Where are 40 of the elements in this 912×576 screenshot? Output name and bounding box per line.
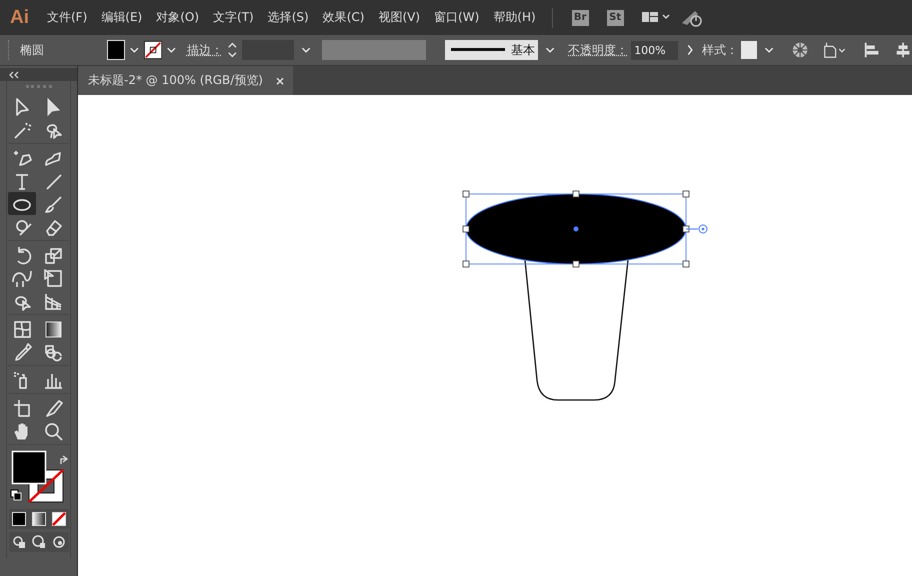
- recolor-wheel-icon[interactable]: [791, 40, 810, 60]
- none-mode-icon[interactable]: [50, 511, 66, 527]
- variable-width-field[interactable]: [322, 40, 426, 60]
- bridge-button[interactable]: St: [606, 10, 624, 26]
- menu-item[interactable]: 帮助(H): [493, 9, 536, 26]
- align-center-icon[interactable]: [894, 40, 912, 60]
- menu-item[interactable]: 窗口(W): [434, 9, 480, 26]
- align-left-icon[interactable]: [862, 40, 881, 60]
- close-tab-button[interactable]: ×: [275, 74, 286, 88]
- draw-behind-icon[interactable]: [30, 534, 46, 550]
- draw-normal-icon[interactable]: [10, 534, 26, 550]
- document-title: 未标题-2* @ 100% (RGB/预览): [88, 72, 263, 89]
- tool-button[interactable]: [8, 192, 36, 215]
- menu-item[interactable]: 对象(O): [156, 9, 200, 26]
- collapse-icon[interactable]: [8, 70, 20, 78]
- opacity-field[interactable]: 100%: [631, 40, 678, 60]
- menu-item[interactable]: 文件(F): [47, 9, 88, 26]
- draw-inside-icon[interactable]: [50, 534, 66, 550]
- document-tab[interactable]: 未标题-2* @ 100% (RGB/预览) ×: [78, 66, 294, 95]
- stroke-line-icon: [450, 48, 505, 52]
- menu-item[interactable]: 编辑(E): [101, 9, 142, 26]
- object-type-label: 椭圆: [20, 42, 45, 58]
- stroke-profile-dropdown[interactable]: 基本: [444, 40, 538, 60]
- menu-item[interactable]: 效果(C): [322, 9, 364, 26]
- stroke-label[interactable]: 描边：: [186, 42, 223, 58]
- menu-item[interactable]: 视图(V): [378, 9, 420, 26]
- app-logo: Ai: [10, 6, 29, 28]
- style-label: 样式：: [702, 42, 738, 58]
- menu-item[interactable]: 文字(T): [213, 9, 254, 26]
- opacity-label[interactable]: 不透明度：: [568, 42, 628, 58]
- color-mode-icon[interactable]: [10, 511, 26, 527]
- selection-bounding-box[interactable]: [462, 190, 708, 268]
- fill-stroke-swatches-icon[interactable]: [8, 450, 68, 506]
- fill-swatch[interactable]: [107, 40, 126, 60]
- bridge-button[interactable]: Br: [572, 10, 589, 26]
- gradient-mode-icon[interactable]: [30, 511, 46, 527]
- style-swatch[interactable]: [740, 41, 758, 59]
- free-transform-icon: [42, 266, 64, 288]
- stroke-none-swatch[interactable]: [144, 40, 162, 60]
- menu-item[interactable]: 选择(S): [268, 9, 309, 26]
